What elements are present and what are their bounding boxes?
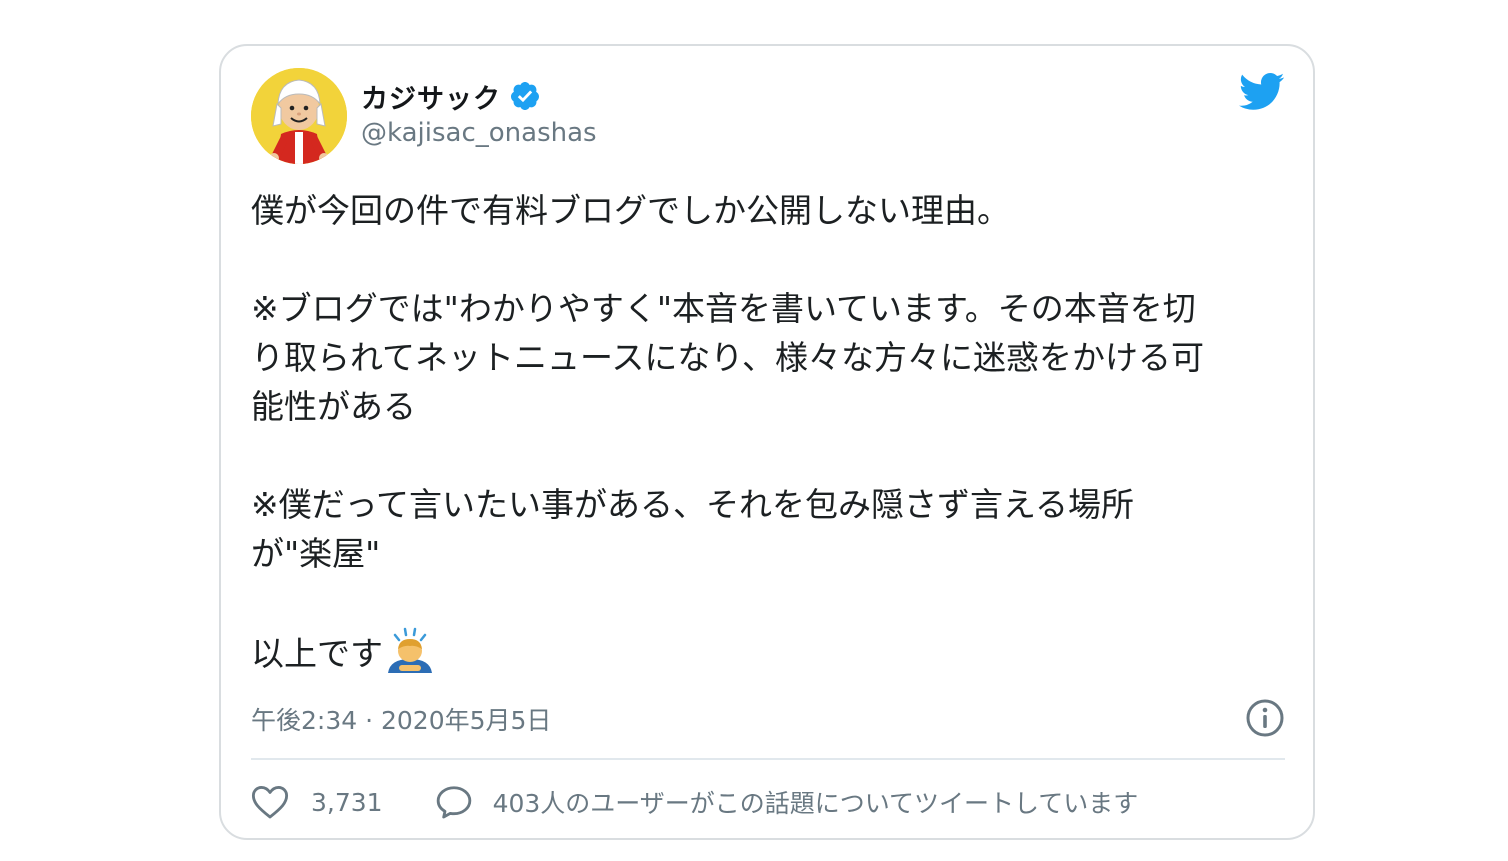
bowing-man-emoji	[388, 627, 432, 673]
tweet-text-line: 以上です	[251, 634, 383, 673]
like-count[interactable]: 3,731	[311, 788, 383, 817]
tweet-card: カジサック @kajisac_onashas 僕が今回の件で有料ブログでしか公開…	[219, 44, 1315, 840]
author-display-name[interactable]: カジサック	[361, 77, 501, 116]
author-handle[interactable]: @kajisac_onashas	[361, 118, 597, 148]
info-icon[interactable]	[1245, 698, 1285, 738]
author-name-row[interactable]: カジサック	[361, 76, 541, 116]
tweet-text-closing: 以上です	[251, 627, 1301, 678]
divider	[251, 758, 1285, 760]
tweet-text-line: 能性がある	[251, 387, 416, 426]
conversation-link[interactable]: 403人のユーザーがこの話題についてツイートしています	[493, 784, 1139, 820]
avatar[interactable]	[251, 68, 347, 164]
tweet-text-line: ※僕だって言いたい事がある、それを包み隠さず言える場所	[251, 485, 1135, 524]
tweet-text-line: が"楽屋"	[251, 534, 381, 573]
conversation-bubble-icon[interactable]	[435, 784, 473, 820]
tweet-text-line: り取られてネットニュースになり、様々な方々に迷惑をかける可	[251, 338, 1205, 377]
tweet-actions: 3,731 403人のユーザーがこの話題についてツイートしています	[251, 780, 1138, 824]
tweet-text-line: 僕が今回の件で有料ブログでしか公開しない理由。	[251, 191, 1010, 230]
verified-badge-icon	[510, 82, 539, 110]
tweet-text: 僕が今回の件で有料ブログでしか公開しない理由。 ※ブログでは"わかりやすく"本音…	[251, 186, 1301, 678]
tweet-text-line: ※ブログでは"わかりやすく"本音を書いています。その本音を切	[251, 289, 1196, 328]
tweet-timestamp[interactable]: 午後2:34 · 2020年5月5日	[251, 701, 551, 737]
twitter-bird-icon[interactable]	[1239, 72, 1285, 112]
heart-icon[interactable]	[251, 784, 289, 820]
